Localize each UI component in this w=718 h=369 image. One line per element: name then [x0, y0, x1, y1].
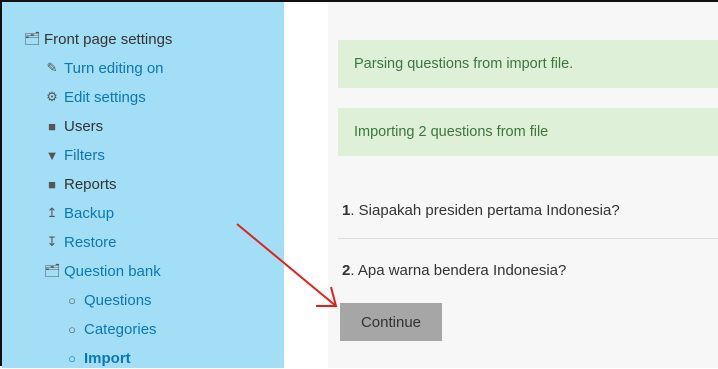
arrow-shaft [236, 223, 337, 307]
annotation-arrow [236, 223, 338, 307]
